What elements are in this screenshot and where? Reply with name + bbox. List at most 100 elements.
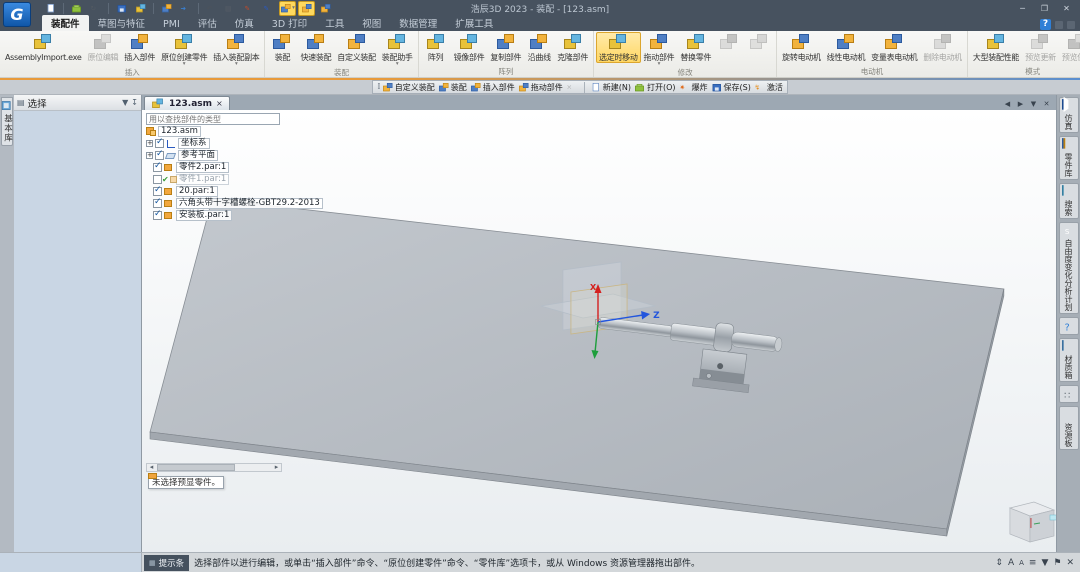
new-document-button[interactable] [42,1,59,16]
move-on-select-highlight-button[interactable]: ▾ [279,1,296,16]
visibility-checkbox[interactable] [153,199,162,208]
ribbon-tab-数据管理[interactable]: 数据管理 [390,15,446,31]
activate-toolbar-button[interactable]: ↯激活 [754,82,783,93]
visibility-checkbox[interactable] [155,139,164,148]
view-cube[interactable] [1010,502,1056,542]
font-increase-icon[interactable]: A [1008,554,1014,572]
visibility-checkbox[interactable] [153,175,162,184]
filter-funnel-icon[interactable]: ▼ [122,98,128,107]
collar-ring[interactable] [713,322,734,352]
expand-icon[interactable]: + [146,152,153,159]
open-document-toolbar-button[interactable]: 打开(O) [634,82,676,93]
assemble-toolbar-button[interactable]: 装配 [438,82,467,93]
panel-tab-资源板[interactable]: 资源板 [1059,406,1079,450]
panel-tab-搜索[interactable]: 搜索 [1059,183,1079,219]
ribbon-tab-工具[interactable]: 工具 [316,15,353,31]
linear-motor-button[interactable]: 线性电动机 [824,32,869,63]
rotary-motor-button[interactable]: 旋转电动机 [779,32,824,63]
save-button[interactable] [113,1,130,16]
insert-part-toolbar-button[interactable]: 插入部件 [470,82,515,93]
print-button[interactable] [132,1,149,16]
refresh-button[interactable]: ↻ [87,1,104,16]
ribbon-tab-扩展工具[interactable]: 扩展工具 [446,15,502,31]
save-toolbar-button[interactable]: 保存(S) [711,82,751,93]
assemble-button[interactable]: 装配 [267,32,297,63]
resize-handle-icon[interactable]: ⇕ [995,554,1003,572]
ribbon-tab-评估[interactable]: 评估 [189,15,226,31]
create-part-in-place-button[interactable]: 原位创建零件▾ [158,32,210,68]
ribbon-tab-PMI[interactable]: PMI [154,18,189,31]
pin-icon[interactable]: ↧ [131,98,138,107]
tree-item-row[interactable]: ✔零件1.par:1 [146,174,296,185]
tab-list-dropdown-button[interactable]: ▼ [1028,100,1039,108]
tree-item-row[interactable]: +坐标系 [146,138,296,149]
activate-highlight-button[interactable] [298,1,315,16]
clone-part-button[interactable]: 克隆部件 [554,32,591,63]
tree-item-row[interactable]: 20.par:1 [146,186,296,197]
part-search-input[interactable] [146,113,280,125]
visibility-checkbox[interactable] [153,187,162,196]
panel-tab-help[interactable]: ? [1059,317,1079,335]
panel-tab-自由度变化分析计划[interactable]: S自由度变化分析计划 [1059,222,1079,314]
ribbon-collapse-icon[interactable] [1067,21,1075,29]
scroll-tabs-left-button[interactable]: ◀ [1002,100,1013,108]
mirror-part-button[interactable]: 镜像部件 [451,32,488,63]
insert-assembly-copy-button[interactable]: 插入装配副本▾ [210,32,262,68]
tree-item-row[interactable]: 零件2.par:1 [146,162,296,173]
ribbon-tab-装配件[interactable]: 装配件 [42,15,89,31]
panel-tab-零件库[interactable]: 零件库 [1059,136,1079,180]
screw[interactable] [706,373,711,378]
app-logo[interactable]: G [3,2,31,27]
visibility-checkbox[interactable] [153,163,162,172]
ribbon-tab-3D 打印[interactable]: 3D 打印 [263,15,316,31]
sidebar-tab-library[interactable]: 基本库 [1,97,13,146]
assembly-assistant-button[interactable]: 装配助手▾ [379,32,416,68]
ribbon-tab-草图与特征[interactable]: 草图与特征 [89,15,155,31]
ribbon-tab-视图[interactable]: 视图 [353,15,390,31]
visibility-checkbox[interactable] [155,151,164,160]
custom-assemble-button[interactable]: 自定义装配 [334,32,379,63]
quick-assemble-button[interactable]: 快速装配 [297,32,334,63]
select-panel-body[interactable] [14,111,141,552]
visibility-checkbox[interactable] [153,211,162,220]
style-pen-button[interactable]: ✎ [241,1,258,16]
scroll-left-icon[interactable]: ◂ [147,464,156,471]
close-document-button[interactable]: ✕ [1041,100,1052,108]
3d-viewport[interactable]: X Z [142,110,1056,552]
tree-item-row[interactable]: +参考平面 [146,150,296,161]
new-document-toolbar-button[interactable]: 新建(N) [590,82,631,93]
open-document-button[interactable] [68,1,85,16]
document-tab[interactable]: 123.asm × [144,96,230,110]
replace-part-button[interactable]: 替换零件 [677,32,714,63]
undo-button[interactable]: ↶ [203,1,220,16]
custom-assemble-toolbar-button[interactable]: 自定义装配 [382,82,435,93]
scroll-tabs-right-button[interactable]: ▶ [1015,100,1026,108]
tree-horizontal-scrollbar[interactable]: ◂ ▸ [146,463,282,472]
tab-close-icon[interactable]: × [216,99,223,108]
move-on-select-button[interactable]: 选定时移动 [596,32,641,63]
close-button[interactable]: ✕ [1056,2,1077,15]
scroll-right-icon[interactable]: ▸ [272,464,281,471]
close-icon[interactable]: ✕ [1066,554,1074,572]
explode-toolbar-button[interactable]: ✷爆炸 [679,82,708,93]
assembly-import-button[interactable]: AssemblyImport.exe [2,32,84,63]
panel-tab-仿真[interactable]: 仿真 [1059,97,1079,133]
panel-toggle-icon[interactable] [1055,21,1063,29]
font-decrease-icon[interactable]: A [1019,554,1024,572]
pin-icon[interactable]: ⚑ [1053,554,1061,572]
panel-tab-材质箱[interactable]: 材质箱 [1059,338,1079,382]
variable-table-motor-button[interactable]: 变量表电动机 [868,32,920,63]
tree-item-row[interactable]: 安装板.par:1 [146,210,296,221]
expand-icon[interactable]: + [146,140,153,147]
list-view-icon[interactable]: ≡ [1029,554,1037,572]
restore-button[interactable]: ❐ [1034,2,1055,15]
tree-item-row[interactable]: 六角头带十字槽螺栓-GBT29.2-2013 [146,198,296,209]
window-display-button[interactable] [158,1,175,16]
duplicate-part-button[interactable]: 复制部件 [487,32,524,63]
dropdown-icon[interactable]: ▼ [1041,554,1048,572]
pattern-button[interactable]: 阵列 [421,32,451,63]
minimize-button[interactable]: ─ [1012,2,1033,15]
toolbar-grip-icon[interactable]: ⁞⁞ [377,82,379,92]
large-assembly-performance-button[interactable]: 大型装配性能 [970,32,1022,63]
drag-part-button[interactable]: 拖动部件▾ [641,32,678,68]
